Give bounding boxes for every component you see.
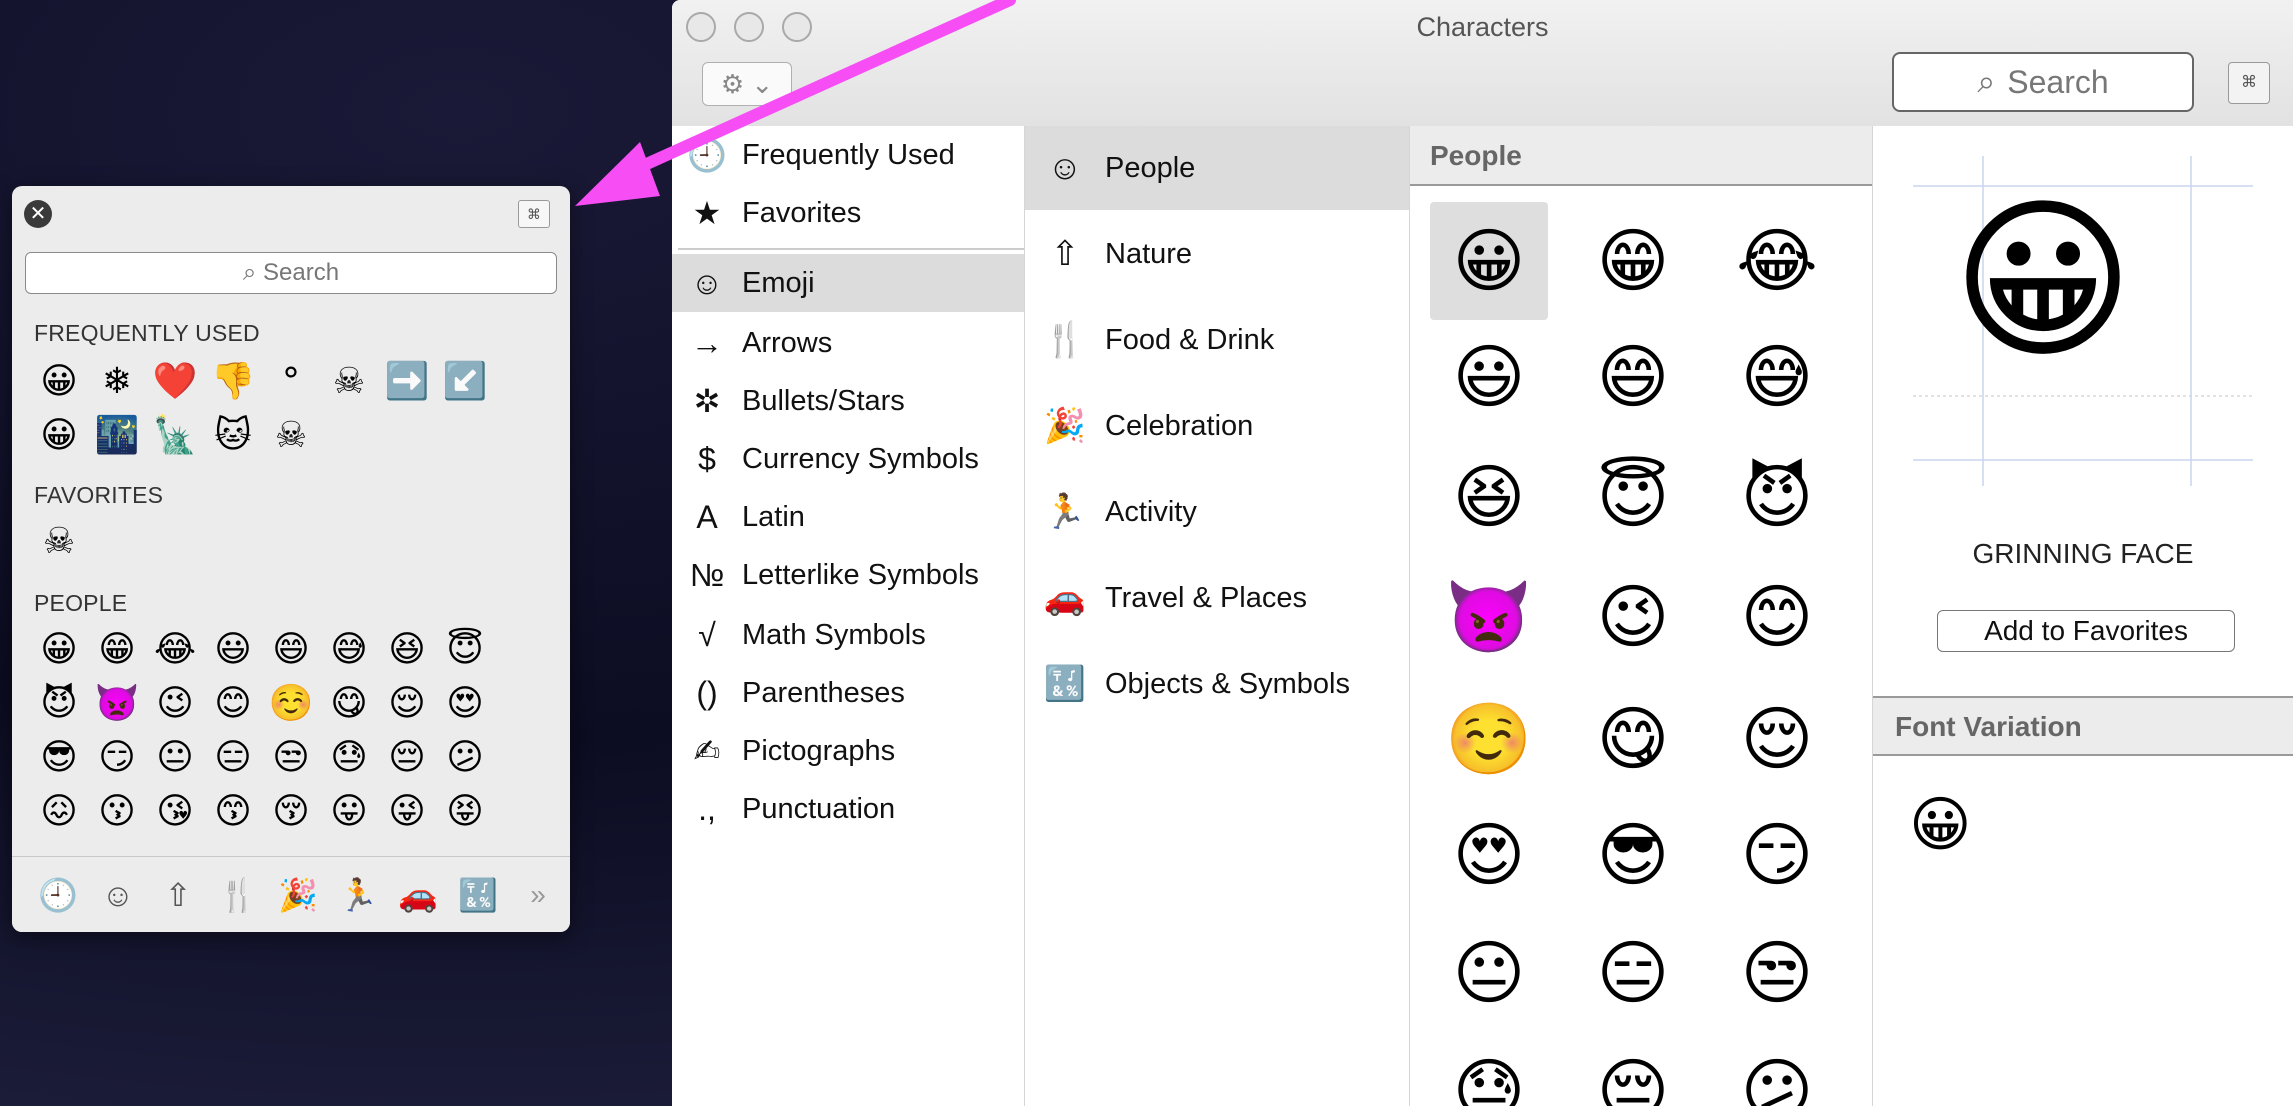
annotation-arrow bbox=[575, 0, 1016, 206]
